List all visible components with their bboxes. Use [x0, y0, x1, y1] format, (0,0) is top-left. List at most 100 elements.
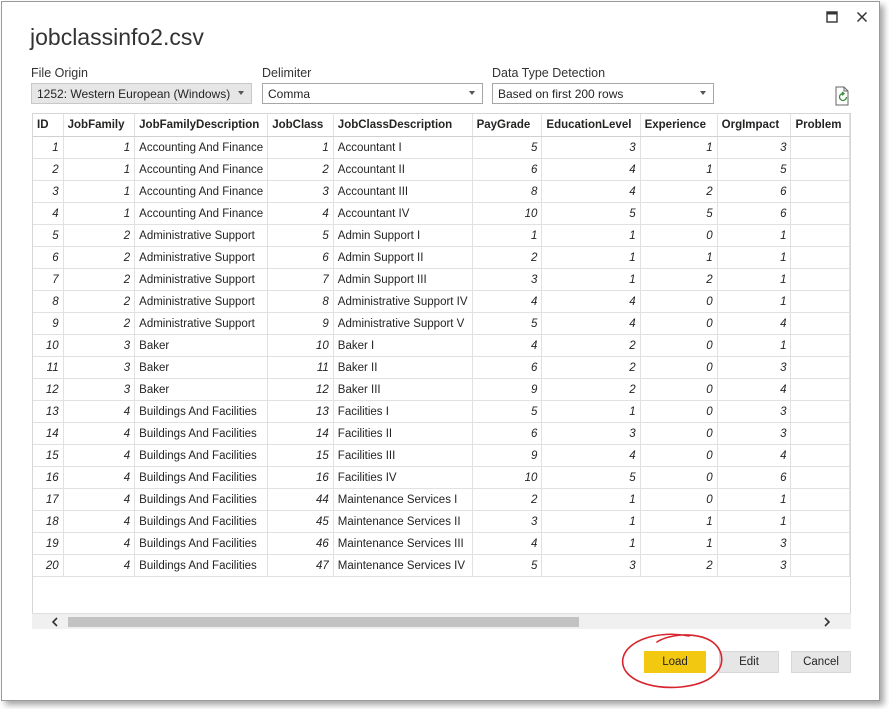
table-cell: 4: [541, 158, 641, 181]
cancel-button[interactable]: Cancel: [791, 651, 851, 673]
table-cell: 1: [717, 268, 792, 291]
column-header[interactable]: OrgImpact: [717, 114, 792, 137]
column-header[interactable]: EducationLevel: [541, 114, 641, 137]
table-cell: 4: [717, 444, 792, 467]
column-header[interactable]: JobFamilyDescription: [134, 114, 269, 137]
data-type-detection-label: Data Type Detection: [492, 66, 606, 80]
table-cell: [790, 510, 850, 533]
table-cell: 5: [541, 466, 641, 489]
table-cell: 1: [640, 532, 718, 555]
table-cell: 2: [541, 378, 641, 401]
table-cell: 3: [541, 422, 641, 445]
table-cell: 4: [717, 378, 792, 401]
table-cell: Facilities I: [333, 400, 473, 423]
table-cell: 11: [267, 356, 334, 379]
scroll-left-icon[interactable]: [50, 616, 60, 627]
table-cell: 12: [267, 378, 334, 401]
table-row: 4 1 Accounting And Finance 4 Accountant IV 10…: [33, 202, 850, 225]
column-header[interactable]: JobFamily: [63, 114, 136, 137]
data-type-detection-select[interactable]: Based on first 200 rows: [492, 83, 714, 104]
table-cell: 2: [640, 554, 718, 577]
delimiter-select[interactable]: Comma: [262, 83, 483, 104]
table-cell: 3: [63, 356, 136, 379]
table-cell: Baker: [134, 378, 269, 401]
table-cell: 5: [472, 554, 543, 577]
table-cell: Administrative Support: [134, 246, 269, 269]
table-cell: 1: [541, 510, 641, 533]
column-header[interactable]: PayGrade: [472, 114, 543, 137]
chevron-down-icon: [238, 91, 244, 95]
table-cell: 1: [541, 400, 641, 423]
table-cell: 1: [33, 136, 64, 159]
table-cell: Accountant II: [333, 158, 473, 181]
table-cell: 1: [63, 180, 136, 203]
scrollbar-thumb[interactable]: [68, 617, 579, 627]
table-cell: Maintenance Services IV: [333, 554, 473, 577]
table-cell: 6: [472, 356, 543, 379]
table-cell: Facilities IV: [333, 466, 473, 489]
table-cell: Administrative Support V: [333, 312, 473, 335]
table-cell: 14: [267, 422, 334, 445]
table-cell: 0: [640, 312, 718, 335]
table-cell: 10: [33, 334, 64, 357]
column-header[interactable]: JobClassDescription: [333, 114, 473, 137]
table-cell: 7: [33, 268, 64, 291]
table-cell: 1: [640, 510, 718, 533]
table-cell: Maintenance Services III: [333, 532, 473, 555]
scroll-right-icon[interactable]: [822, 616, 832, 627]
table-cell: Facilities III: [333, 444, 473, 467]
table-cell: 1: [541, 488, 641, 511]
table-cell: 6: [267, 246, 334, 269]
table-cell: 6: [472, 422, 543, 445]
table-row: 18 4 Buildings And Facilities 45 Maintenance…: [33, 510, 850, 533]
table-cell: Baker: [134, 334, 269, 357]
table-cell: 8: [33, 290, 64, 313]
table-cell: 2: [63, 246, 136, 269]
maximize-icon[interactable]: [824, 9, 840, 25]
table-cell: Buildings And Facilities: [134, 488, 269, 511]
table-cell: Administrative Support IV: [333, 290, 473, 313]
table-cell: Baker: [134, 356, 269, 379]
column-header[interactable]: Experience: [640, 114, 718, 137]
table-cell: 4: [63, 532, 136, 555]
table-cell: 1: [717, 510, 792, 533]
table-cell: 5: [717, 158, 792, 181]
column-header[interactable]: ID: [33, 114, 64, 137]
table-cell: Admin Support II: [333, 246, 473, 269]
close-icon[interactable]: [854, 9, 870, 25]
table-cell: Baker III: [333, 378, 473, 401]
table-cell: [790, 290, 850, 313]
data-preview-grid[interactable]: ID JobFamily JobFamilyDescription JobClass J…: [32, 113, 851, 629]
horizontal-scrollbar[interactable]: [32, 613, 851, 629]
load-button[interactable]: Load: [644, 651, 706, 673]
table-cell: 4: [541, 290, 641, 313]
table-cell: 45: [267, 510, 334, 533]
file-origin-select[interactable]: 1252: Western European (Windows): [31, 83, 252, 104]
refresh-document-icon[interactable]: [834, 86, 852, 106]
table-cell: 1: [640, 136, 718, 159]
column-header[interactable]: Problem: [790, 114, 850, 137]
table-cell: 2: [541, 356, 641, 379]
table-cell: 2: [472, 246, 543, 269]
table-cell: 1: [541, 532, 641, 555]
table-cell: 9: [267, 312, 334, 335]
table-cell: 2: [640, 180, 718, 203]
edit-button[interactable]: Edit: [719, 651, 779, 673]
column-header[interactable]: JobClass: [267, 114, 334, 137]
table-row: 11 3 Baker 11 Baker II 6 2 0 3: [33, 356, 850, 379]
table-cell: [790, 532, 850, 555]
table-cell: 5: [267, 224, 334, 247]
data-type-detection-value: Based on first 200 rows: [498, 87, 624, 101]
table-cell: 4: [541, 312, 641, 335]
table-cell: 3: [63, 334, 136, 357]
table-row: 15 4 Buildings And Facilities 15 Facilities …: [33, 444, 850, 467]
table-cell: 4: [472, 290, 543, 313]
table-cell: 2: [267, 158, 334, 181]
table-cell: Buildings And Facilities: [134, 510, 269, 533]
table-cell: 4: [63, 466, 136, 489]
table-cell: Administrative Support: [134, 224, 269, 247]
table-cell: 8: [267, 290, 334, 313]
table-cell: 15: [33, 444, 64, 467]
table-cell: Administrative Support: [134, 312, 269, 335]
table-cell: 0: [640, 334, 718, 357]
